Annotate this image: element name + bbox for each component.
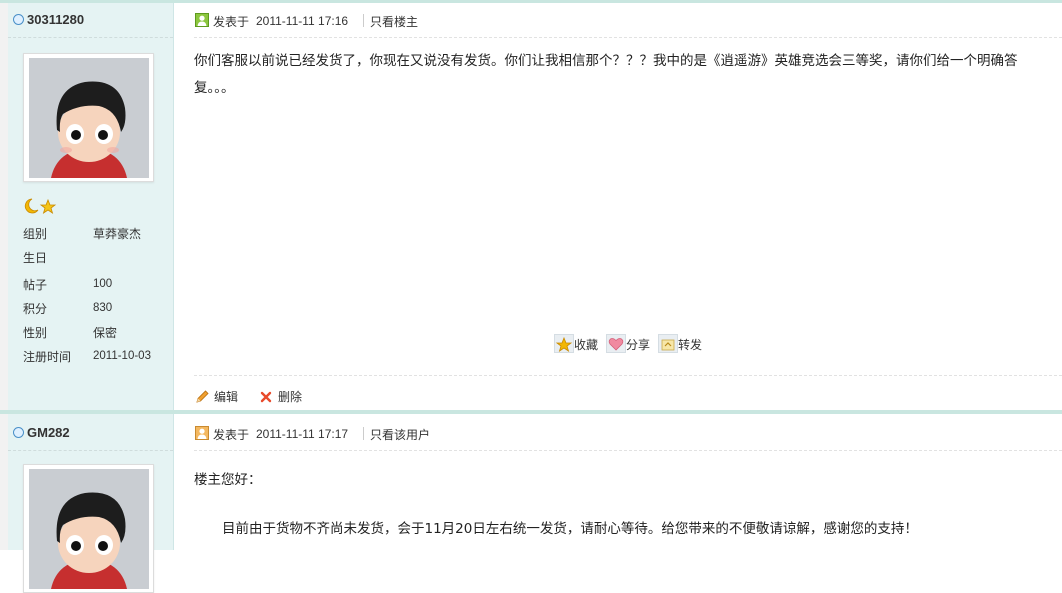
author-profile-info: 组别 草莽豪杰 生日 帖子 100 积分 830 性别 保密 注册时间 2011… [23, 222, 173, 369]
profile-row: 组别 草莽豪杰 [23, 222, 173, 246]
profile-row: 注册时间 2011-10-03 [23, 345, 173, 369]
delete-label: 删除 [278, 390, 303, 404]
profile-row: 积分 830 [23, 297, 173, 321]
profile-label: 性别 [23, 326, 48, 340]
post-1: 30311280 组别 草莽豪杰 生日 帖子 100 积分 830 性别 保密 … [0, 0, 1062, 410]
profile-label: 注册时间 [23, 350, 72, 364]
forward-label: 转发 [678, 338, 703, 352]
star-icon [555, 336, 573, 352]
posted-label: 发表于 [213, 15, 250, 29]
online-status-icon [13, 427, 24, 438]
post-actions: 编辑 删除 [194, 375, 1062, 410]
forward-icon [661, 339, 675, 351]
author-header: 30311280 [8, 3, 173, 38]
only-view-user-link[interactable]: 只看该用户 [370, 426, 430, 443]
pencil-icon [196, 390, 209, 403]
edit-label: 编辑 [214, 390, 239, 404]
profile-label: 生日 [23, 251, 48, 265]
post-meta: 发表于 2011-11-11 17:17 只看该用户 [194, 414, 1062, 451]
posted-label: 发表于 [213, 428, 250, 442]
delete-x-icon [260, 391, 272, 403]
post-2: GM282 发表于 2011-11-11 17:17 只看该用户 楼主您好： 目… [0, 410, 1062, 593]
online-status-icon [13, 14, 24, 25]
profile-label: 积分 [23, 302, 48, 316]
moon-star-icon [24, 198, 57, 214]
post-timestamp: 2011-11-11 17:17 [256, 427, 349, 441]
favorite-label: 收藏 [574, 338, 599, 352]
avatar-image [29, 58, 149, 178]
profile-value[interactable]: 100 [93, 278, 112, 290]
profile-row: 性别 保密 [23, 321, 173, 345]
post-content: 目前由于货物不齐尚未发货，会于11月20日左右统一发货，请耐心等待。给您带来的不… [222, 521, 918, 537]
profile-value: 830 [93, 302, 113, 314]
avatar[interactable] [23, 464, 154, 593]
profile-value: 保密 [93, 326, 118, 340]
author-name[interactable]: 30311280 [27, 12, 84, 27]
post-main: 发表于 2011-11-11 17:16 只看楼主 你们客服以前说已经发货了，你… [174, 3, 1062, 410]
heart-icon [608, 338, 624, 351]
post-timestamp: 2011-11-11 17:16 [256, 14, 349, 28]
user-post-icon [195, 426, 209, 440]
post-content: 你们客服以前说已经发货了，你现在又说没有发货。你们让我相信那个？？？我中的是《逍… [194, 53, 1018, 96]
post-meta: 发表于 2011-11-11 17:16 只看楼主 [194, 3, 1062, 38]
profile-value[interactable]: 草莽豪杰 [93, 225, 141, 242]
avatar-image [29, 469, 149, 589]
profile-row: 生日 [23, 246, 173, 270]
post-main: 发表于 2011-11-11 17:17 只看该用户 楼主您好： 目前由于货物不… [174, 414, 1062, 550]
profile-row: 帖子 100 [23, 273, 173, 297]
avatar[interactable] [23, 53, 154, 182]
share-label: 分享 [626, 338, 651, 352]
profile-label: 帖子 [23, 278, 48, 292]
author-sidebar: 30311280 组别 草莽豪杰 生日 帖子 100 积分 830 性别 保密 … [0, 3, 174, 410]
post-greeting: 楼主您好： [194, 472, 262, 488]
profile-value: 2011-10-03 [93, 350, 151, 362]
user-post-icon [195, 13, 209, 27]
author-header: GM282 [8, 414, 173, 451]
divider [363, 14, 364, 27]
divider [363, 427, 364, 440]
author-name[interactable]: GM282 [27, 425, 70, 440]
profile-label: 组别 [23, 227, 48, 241]
only-view-author-link[interactable]: 只看楼主 [370, 13, 418, 30]
author-sidebar: GM282 [0, 414, 174, 593]
rank-stars [23, 198, 57, 217]
